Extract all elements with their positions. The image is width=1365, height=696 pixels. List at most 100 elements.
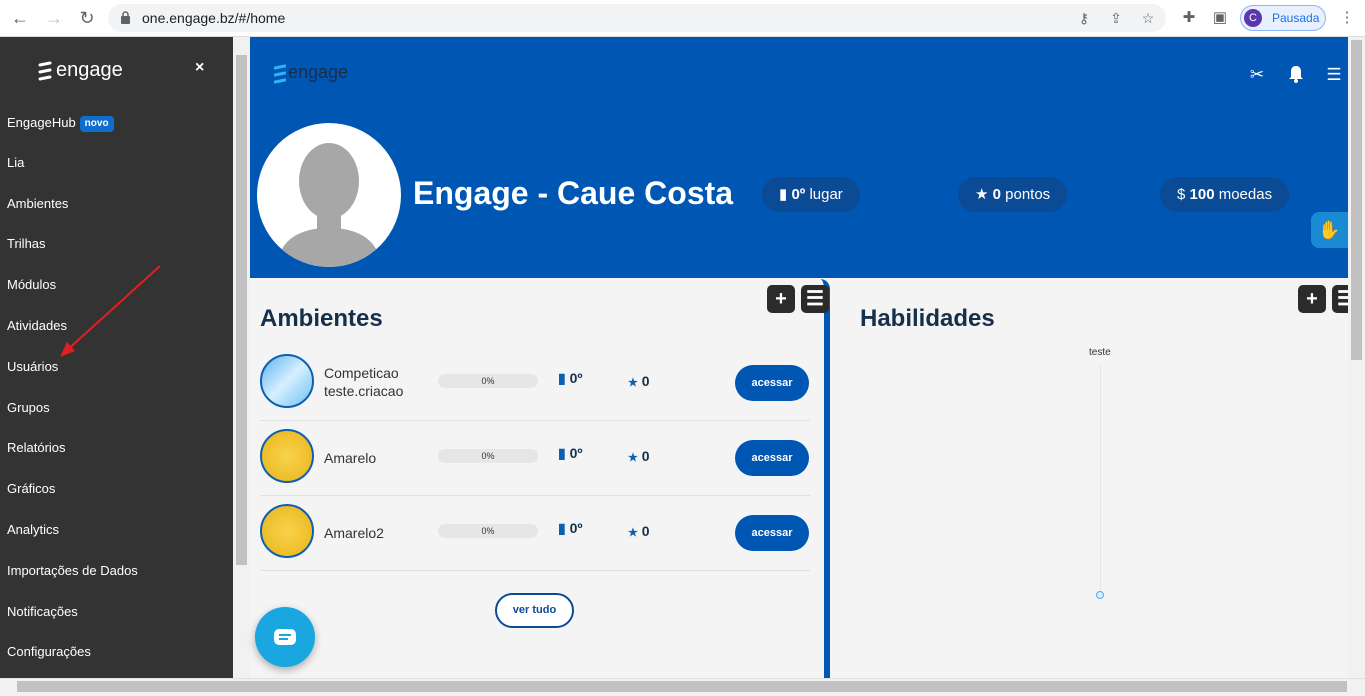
lock-icon [121,11,130,24]
address-bar[interactable]: one.engage.bz/#/home ⚷ ⇪ ☆ [108,4,1166,32]
sidebar-item-label: Trilhas [7,236,46,251]
acessar-button[interactable]: acessar [735,515,809,551]
key-icon[interactable]: ⚷ [1075,9,1093,27]
side-panel-icon[interactable]: ▣ [1209,7,1231,29]
ambiente-stars: ★ 0 [628,448,650,464]
sidebar-item-graficos[interactable]: Gráficos [7,479,55,499]
skill-axis [1100,364,1101,594]
points-value: 0 [992,186,1001,203]
sidebar-item-label: Importações de Dados [7,563,138,578]
skill-point [1096,591,1104,599]
acessar-button[interactable]: acessar [735,365,809,401]
engage-logo-icon [38,61,52,81]
engage-logo-icon [274,64,286,84]
bookmark-star-icon[interactable]: ☆ [1139,9,1157,27]
sidebar-item-analytics[interactable]: Analytics [7,520,59,540]
ambientes-card: + ☰ Ambientes Competicao teste.criacao 0… [250,279,830,678]
list-ambientes-button[interactable]: ☰ [801,285,829,313]
ambiente-name: Amarelo2 [324,525,384,541]
avatar: C [1244,9,1262,27]
main-content: engage ✂ ☰ Engage - Caue Costa ▮ 0º luga… [250,37,1360,678]
ambiente-name: Competicao teste.criacao [324,365,404,399]
ambiente-rank: ▮ 0º [558,445,583,461]
coin-icon: $ [1177,186,1186,203]
sidebar-item-label: Gráficos [7,481,56,496]
hamburger-menu-icon[interactable]: ☰ [1324,65,1344,85]
sidebar-item-modulos[interactable]: Módulos [7,275,56,295]
ambiente-name: Amarelo [324,450,377,466]
sidebar-item-engagehub[interactable]: EngageHub novo [7,113,114,133]
progress-bar: 0% [438,449,538,463]
sidebar-item-label: Configurações [7,644,91,659]
user-silhouette-icon [277,143,381,267]
star-icon: ★ [975,186,989,203]
add-habilidade-button[interactable]: + [1298,285,1326,313]
tools-icon[interactable]: ✂ [1247,65,1267,85]
acessar-button[interactable]: acessar [735,440,809,476]
coins-badge: $ 100 moedas [1160,177,1290,212]
sidebar-item-importacoes[interactable]: Importações de Dados [7,561,138,581]
habilidades-card: + ☰ Habilidades teste [840,279,1360,678]
ambiente-rank: ▮ 0º [558,520,583,536]
ambiente-thumbnail[interactable] [260,504,314,558]
sign-language-icon[interactable]: ✋ [1311,212,1348,248]
sidebar-item-ambientes[interactable]: Ambientes [7,194,68,214]
extensions-icon[interactable]: ✚ [1178,7,1200,29]
bar-chart-icon: ▮ [558,370,566,386]
rank-label: lugar [809,186,843,203]
progress-bar: 0% [438,374,538,388]
profile-button[interactable]: C Pausada [1240,5,1326,31]
sidebar-item-configuracoes[interactable]: Configurações [7,642,91,662]
ambiente-thumbnail[interactable] [260,354,314,408]
share-icon[interactable]: ⇪ [1107,9,1125,27]
star-icon: ★ [628,452,638,464]
ambientes-title: Ambientes [260,305,383,332]
coins-value: 100 [1189,186,1215,203]
rank-badge: ▮ 0º lugar [762,177,860,212]
sidebar-item-lia[interactable]: Lia [7,153,24,173]
bar-chart-icon: ▮ [779,186,788,203]
sidebar-scrollbar-thumb[interactable] [236,55,247,565]
add-ambiente-button[interactable]: + [767,285,795,313]
sidebar-item-label: Notificações [7,604,78,619]
star-icon: ★ [628,527,638,539]
sidebar-item-trilhas[interactable]: Trilhas [7,234,46,254]
skill-label: teste [1089,347,1111,358]
sidebar-item-label: Grupos [7,400,50,415]
rank-value: 0º [791,186,806,203]
page-scrollbar-thumb[interactable] [1351,40,1362,360]
browser-menu-icon[interactable]: ⋮ [1336,7,1358,29]
new-badge: novo [79,116,114,132]
sidebar-item-relatorios[interactable]: Relatórios [7,438,66,458]
annotation-arrow-icon [60,265,161,357]
chat-button[interactable] [255,607,315,667]
user-name: Engage - Caue Costa [413,175,734,211]
browser-toolbar: ← → ↻ one.engage.bz/#/home ⚷ ⇪ ☆ ✚ ▣ C P… [0,0,1365,37]
progress-bar: 0% [438,524,538,538]
ambiente-thumbnail[interactable] [260,429,314,483]
sidebar-item-notificacoes[interactable]: Notificações [7,602,78,622]
list-item: Amarelo 0% ▮ 0º ★ 0 acessar [260,421,810,496]
see-all-button[interactable]: ver tudo [495,593,574,628]
ambiente-rank: ▮ 0º [558,370,583,386]
horizontal-scrollbar-thumb[interactable] [17,681,1347,692]
sidebar-item-label: Usuários [7,359,59,374]
chat-bubble-icon [274,629,296,645]
sidebar-item-label: EngageHub [7,115,76,130]
sidebar-item-usuarios[interactable]: Usuários [7,357,58,377]
sidebar-item-label: Módulos [7,277,57,292]
profile-status: Pausada [1272,11,1320,25]
bell-icon[interactable] [1286,65,1306,85]
profile-avatar[interactable] [257,123,401,267]
sidebar-logo-text: engage [56,59,123,81]
back-arrow-icon[interactable]: ← [8,6,32,30]
reload-icon[interactable]: ↻ [75,6,99,30]
sidebar-item-grupos[interactable]: Grupos [7,398,50,418]
sidebar-item-label: Ambientes [7,196,69,211]
close-icon[interactable]: × [195,59,204,77]
url-text: one.engage.bz/#/home [142,10,286,26]
ambiente-stars: ★ 0 [628,523,650,539]
header-logo-text: engage [288,62,349,82]
habilidades-title: Habilidades [860,305,995,332]
forward-arrow-icon[interactable]: → [42,6,66,30]
